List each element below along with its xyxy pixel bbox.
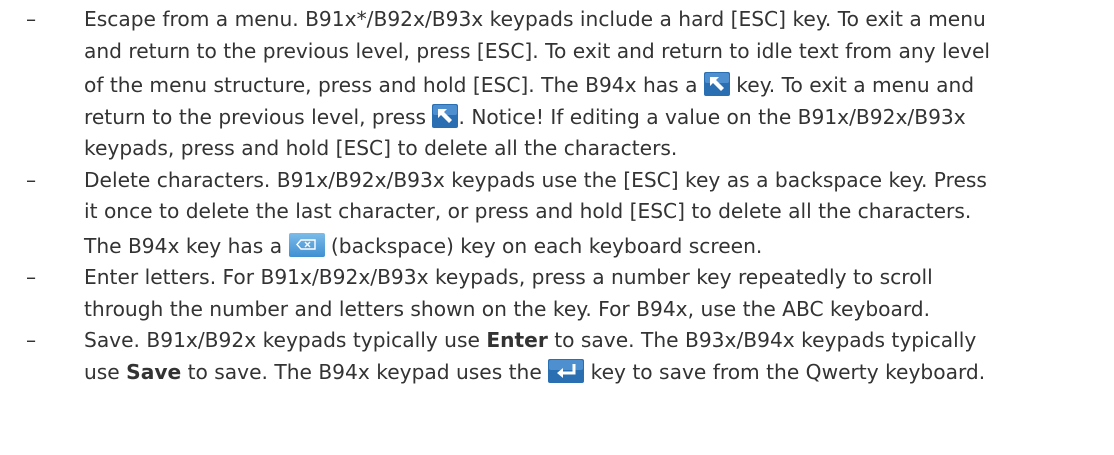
text-span: . Notice! If editing a value on the B91x…	[458, 104, 966, 129]
back-arrow-icon	[432, 103, 459, 128]
text-line: of the menu structure, press and hold [E…	[84, 67, 1106, 102]
text-span: to save. The B94x keypad uses the	[181, 359, 549, 384]
list-bullet: –	[26, 7, 37, 31]
text-span: of the menu structure, press and hold [E…	[84, 73, 704, 97]
text-line: and return to the previous level, press …	[84, 38, 991, 63]
list-item-delete: – Delete characters. B91x/B92x/B93x keyp…	[26, 165, 1106, 263]
enter-keyword: Enter	[486, 328, 548, 352]
save-keyword: Save	[126, 359, 182, 384]
text-span: to save. The B93x/B94x keypads typically	[547, 328, 977, 352]
text-span: use	[84, 359, 127, 384]
text-span: key. To exit a menu and	[729, 73, 975, 97]
list-bullet: –	[26, 328, 37, 352]
list-item-save: – Save. B91x/B92x keypads typically use …	[26, 325, 1106, 388]
text-span: key to save from the Qwerty keyboard.	[584, 359, 986, 384]
list-bullet: –	[26, 265, 37, 289]
text-span: Save. B91x/B92x keypads typically use	[84, 328, 487, 352]
list-bullet: –	[26, 167, 37, 192]
list-item-letters: – Enter letters. For B91x/B92x/B93x keyp…	[26, 262, 1106, 325]
enter-icon	[548, 358, 585, 383]
text-line: The B94x key has a (backspace) key on ea…	[84, 228, 1106, 263]
text-line: Delete characters. B91x/B92x/B93x keypad…	[84, 167, 987, 192]
text-span: (backspace) key on each keyboard screen.	[324, 233, 763, 258]
text-line: use Save to save. The B94x keypad uses t…	[84, 357, 1106, 389]
text-line: Save. B91x/B92x keypads typically use En…	[84, 325, 1106, 357]
back-arrow-icon	[703, 72, 730, 96]
backspace-icon	[288, 232, 325, 257]
text-line: Enter letters. For B91x/B92x/B93x keypad…	[84, 265, 933, 289]
text-span: return to the previous level, press	[84, 104, 433, 129]
text-line: return to the previous level, press . No…	[84, 102, 1106, 134]
text-line: through the number and letters shown on …	[84, 296, 931, 321]
text-span: The B94x key has a	[84, 233, 289, 258]
text-line: keypads, press and hold [ESC] to delete …	[84, 136, 678, 160]
list-item-escape: – Escape from a menu. B91x*/B92x/B93x ke…	[26, 4, 1106, 165]
text-line: it once to delete the last character, or…	[84, 199, 972, 223]
instruction-list: – Escape from a menu. B91x*/B92x/B93x ke…	[26, 4, 1106, 388]
text-line: Escape from a menu. B91x*/B92x/B93x keyp…	[84, 7, 986, 31]
